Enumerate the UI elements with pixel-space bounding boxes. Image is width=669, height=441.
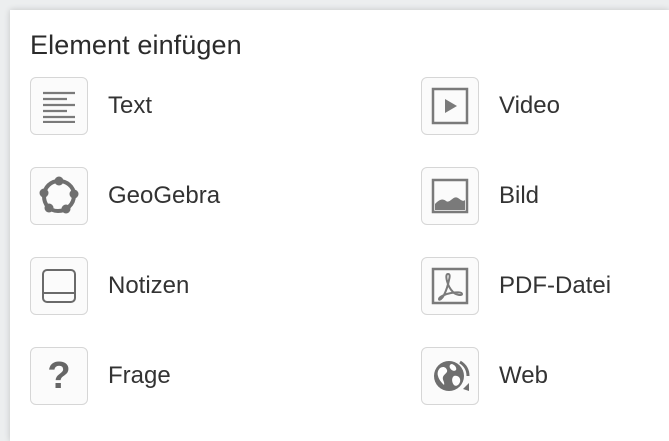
question-icon: ? [30, 347, 88, 405]
insert-pdf-button[interactable]: PDF-Datei [421, 256, 611, 316]
insert-notes-button[interactable]: Notizen [30, 256, 189, 316]
insert-notes-label: Notizen [108, 272, 190, 299]
insert-text-button[interactable]: Text [30, 76, 152, 136]
insert-text-label: Text [108, 92, 153, 119]
insert-geogebra-label: GeoGebra [108, 182, 221, 209]
insert-video-button[interactable]: Video [421, 76, 560, 136]
insert-image-button[interactable]: Bild [421, 166, 539, 226]
video-play-icon [421, 77, 479, 135]
insert-video-label: Video [499, 92, 560, 119]
insert-pdf-label: PDF-Datei [499, 272, 612, 299]
web-globe-icon [421, 347, 479, 405]
insert-web-button[interactable]: Web [421, 346, 548, 406]
insert-question-label: Frage [108, 362, 171, 389]
notes-icon [30, 257, 88, 315]
text-lines-icon [30, 77, 88, 135]
insert-geogebra-button[interactable]: GeoGebra [30, 166, 220, 226]
panel-title: Element einfügen [30, 30, 242, 60]
insert-web-label: Web [499, 362, 548, 389]
question-glyph: ? [47, 355, 71, 397]
image-icon [421, 167, 479, 225]
geogebra-icon [30, 167, 88, 225]
pdf-icon [421, 257, 479, 315]
insert-image-label: Bild [499, 182, 540, 209]
insert-element-panel: Element einfügen Text Video GeoGebra Bil… [10, 10, 669, 441]
insert-question-button[interactable]: ? Frage [30, 346, 171, 406]
